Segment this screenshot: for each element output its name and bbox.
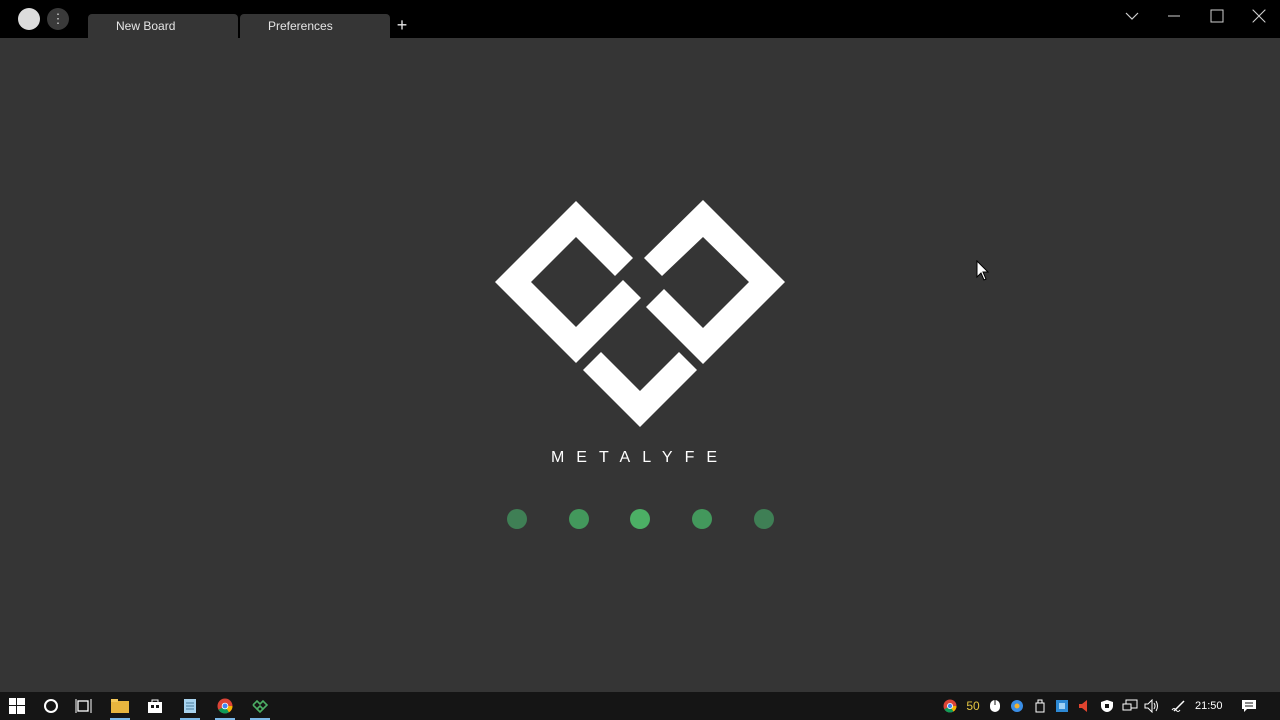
speaker-alert-icon <box>1079 700 1087 712</box>
taskbar-store[interactable] <box>140 692 170 720</box>
shield-icon <box>1011 700 1023 712</box>
loading-dot <box>507 509 527 529</box>
defender-icon <box>1101 700 1113 712</box>
cortana-button[interactable] <box>36 692 66 720</box>
brand-wordmark: METALYFE <box>551 449 729 466</box>
loading-dot <box>754 509 774 529</box>
metalyfe-logo <box>495 200 785 427</box>
pen-workspace-icon <box>1171 700 1185 712</box>
notification-icon <box>1242 700 1256 712</box>
chrome-icon <box>217 698 233 714</box>
tray-volume[interactable] <box>1141 692 1163 720</box>
action-center-button[interactable] <box>1238 692 1260 720</box>
store-icon <box>148 699 162 713</box>
notepad-icon <box>184 699 196 713</box>
mouse-icon <box>990 700 1000 712</box>
tray-defender[interactable] <box>1096 692 1118 720</box>
brand-name: METALYFE <box>551 449 729 466</box>
file-explorer-icon <box>111 699 129 713</box>
mouse-cursor-icon <box>976 260 990 281</box>
taskbar-clock[interactable]: 21:50 <box>1195 692 1223 720</box>
loading-dot <box>692 509 712 529</box>
usb-icon <box>1035 699 1045 713</box>
tray-badge[interactable]: 50 <box>962 692 984 720</box>
tray-usb[interactable] <box>1029 692 1051 720</box>
loading-dot <box>569 509 589 529</box>
loading-dot <box>630 509 650 529</box>
metalyfe-app-icon <box>252 699 268 713</box>
taskbar-file-explorer[interactable] <box>105 692 135 720</box>
tray-pen[interactable] <box>1168 692 1190 720</box>
volume-icon <box>1144 699 1158 713</box>
network-app-icon <box>1056 700 1068 712</box>
tray-network[interactable] <box>1119 692 1141 720</box>
tray-chrome[interactable] <box>939 692 961 720</box>
tray-network-app[interactable] <box>1051 692 1073 720</box>
taskbar: 50 21:50 <box>0 692 1280 720</box>
windows-start-icon <box>9 698 25 714</box>
taskbar-chrome[interactable] <box>210 692 240 720</box>
taskbar-notepad[interactable] <box>175 692 205 720</box>
cortana-icon <box>44 699 58 713</box>
taskbar-metalyfe[interactable] <box>245 692 275 720</box>
chrome-tray-icon <box>943 699 957 713</box>
task-view-button[interactable] <box>69 692 99 720</box>
network-icon <box>1122 699 1138 711</box>
tray-mouse[interactable] <box>984 692 1006 720</box>
start-button[interactable] <box>2 692 32 720</box>
task-view-icon <box>75 699 92 713</box>
tray-security[interactable] <box>1006 692 1028 720</box>
tray-alert[interactable] <box>1073 692 1095 720</box>
